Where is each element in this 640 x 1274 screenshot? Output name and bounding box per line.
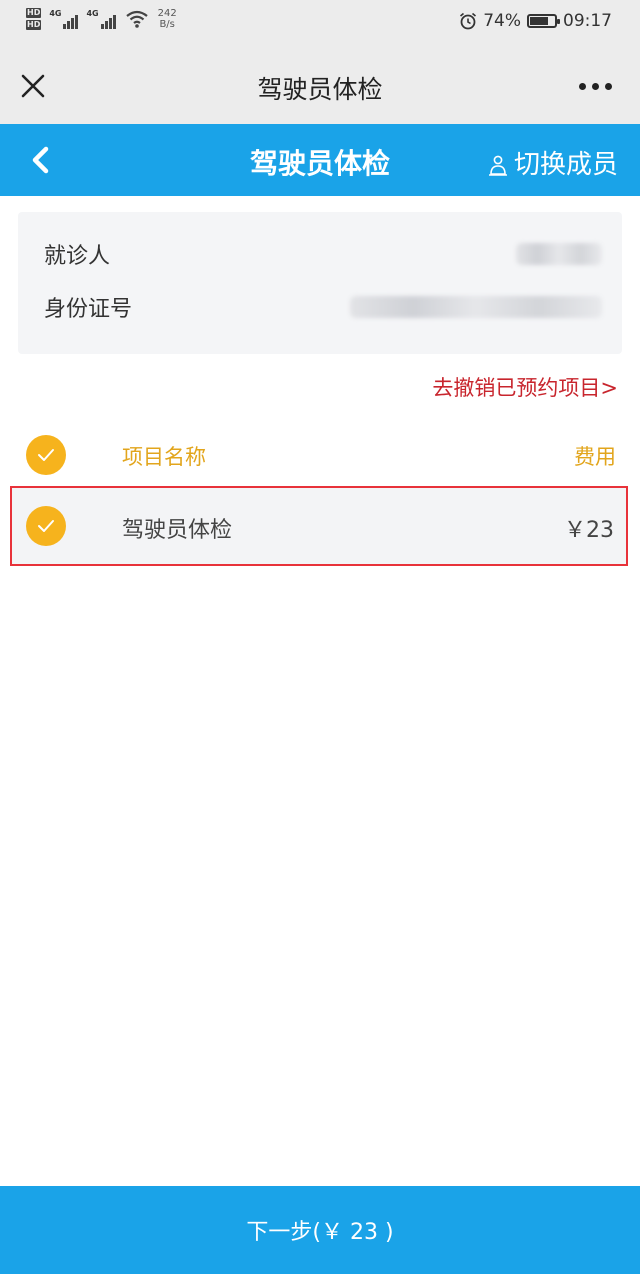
patient-name-redacted: [516, 243, 602, 265]
list-item[interactable]: 驾驶员体检 ￥23: [10, 486, 628, 566]
status-left: HD HD 4G 4G 242 B/s: [26, 8, 177, 30]
item-name-header: 项目名称: [122, 445, 206, 469]
app-header: 驾驶员体检 切换成员: [0, 124, 640, 196]
check-icon: [38, 449, 54, 461]
item-checkbox[interactable]: [26, 506, 66, 546]
id-number-label: 身份证号: [44, 297, 133, 322]
hd-indicators: HD HD: [26, 8, 42, 30]
browser-title: 驾驶员体检: [257, 75, 383, 104]
hd-icon: HD: [26, 8, 42, 18]
patient-info-card: 就诊人 身份证号: [18, 212, 622, 354]
clock: 09:17: [563, 11, 612, 31]
signal-icon: 4G: [86, 9, 116, 29]
person-switch-icon: [488, 155, 507, 176]
items-header: 项目名称 费用: [0, 430, 640, 480]
hd-icon: HD: [26, 20, 42, 30]
status-bar: HD HD 4G 4G 242 B/s 74% 09:17: [0, 0, 640, 46]
cancel-reserved-link[interactable]: 去撤销已预约项目>: [432, 372, 618, 402]
browser-title-bar: 驾驶员体检: [0, 46, 640, 124]
fee-header: 费用: [574, 445, 616, 469]
network-speed: 242 B/s: [157, 8, 177, 30]
battery-icon: [527, 14, 560, 28]
item-price: ￥23: [564, 518, 614, 543]
item-name: 驾驶员体检: [122, 518, 233, 543]
id-number-redacted: [350, 296, 602, 318]
patient-label: 就诊人: [44, 244, 111, 269]
status-right: 74% 09:17: [459, 11, 612, 31]
id-number-row: 身份证号: [44, 287, 602, 327]
alarm-icon: [460, 12, 477, 30]
battery-percent: 74%: [483, 11, 521, 31]
patient-row: 就诊人: [44, 234, 602, 274]
select-all-checkbox[interactable]: [26, 435, 66, 475]
switch-member-button[interactable]: 切换成员: [488, 144, 618, 181]
next-step-button[interactable]: 下一步(￥ 23 ): [0, 1186, 640, 1274]
wifi-icon: [125, 10, 148, 28]
switch-member-label: 切换成员: [513, 150, 618, 180]
more-icon[interactable]: [579, 83, 612, 90]
signal-icon: 4G: [49, 9, 79, 29]
check-icon: [38, 520, 54, 532]
